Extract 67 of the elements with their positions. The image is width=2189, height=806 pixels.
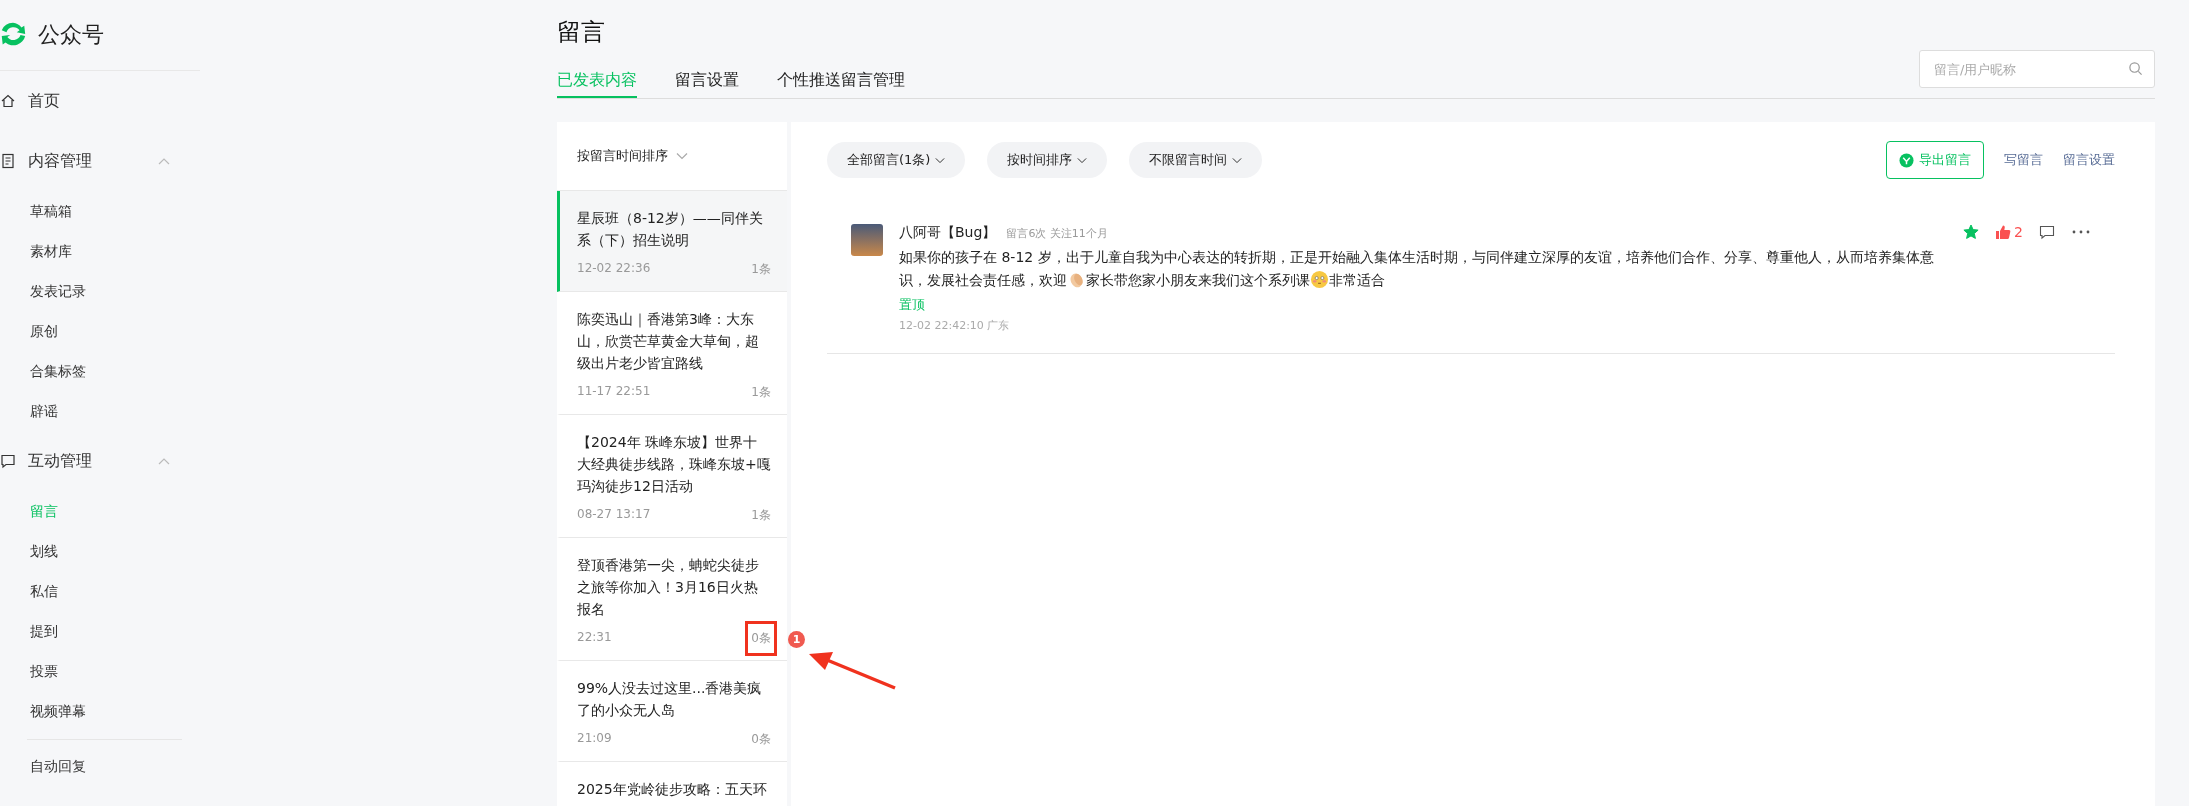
article-time: 21:09 xyxy=(577,731,612,747)
article-title: 99%人没去过这里...香港美疯了的小众无人岛 xyxy=(577,679,763,720)
nav-subitem[interactable]: 发表记录 xyxy=(0,271,170,311)
article-item[interactable]: 陈奕迅山｜香港第3峰：大东山，欣赏芒草黄金大草甸，超级出片老少皆宜路线 11-17 22:51 1条 xyxy=(557,292,787,415)
comment-count: 1条 xyxy=(751,384,771,401)
nav-group[interactable]: 内容管理 xyxy=(0,131,170,191)
write-comment-link[interactable]: 写留言 xyxy=(2004,151,2043,169)
comment-count: 1条 xyxy=(751,261,771,278)
comment-count: 1条 xyxy=(751,507,771,524)
home-icon xyxy=(0,93,16,109)
avatar-photo xyxy=(851,224,883,256)
thumbs-up-icon xyxy=(1995,224,2012,240)
nav-subitem[interactable]: 视频弹幕 xyxy=(0,691,170,731)
article-title: 陈奕迅山｜香港第3峰：大东山，欣赏芒草黄金大草甸，超级出片老少皆宜路线 xyxy=(577,310,760,373)
article-item[interactable]: 星辰班（8-12岁）——同伴关系（下）招生说明 12-02 22:36 1条 xyxy=(557,191,787,292)
article-title: 【2024年 珠峰东坡】世界十大经典徒步线路，珠峰东坡+嘎玛沟徒步12日活动 xyxy=(577,433,771,496)
filter-dropdown[interactable]: 按时间排序 xyxy=(987,142,1108,178)
user-name: 八阿哥【Bug】 xyxy=(899,224,997,242)
article-title: 登顶香港第一尖，蚺蛇尖徒步之旅等你加入！3月16日火热报名 xyxy=(577,556,760,619)
chevron-icon xyxy=(158,157,170,165)
nav-item[interactable]: 首页 xyxy=(0,71,170,131)
tab[interactable]: 留言设置 xyxy=(675,70,739,98)
reply-icon[interactable] xyxy=(2039,224,2055,240)
article-title: 2025年党岭徒步攻略：五天环 xyxy=(577,780,768,799)
document-icon xyxy=(0,153,16,169)
logo-text: 公众号 xyxy=(38,21,104,49)
comment-count: 0条 xyxy=(751,731,771,748)
chevron-icon xyxy=(158,457,170,465)
nav-subitem[interactable]: 辟谣 xyxy=(0,391,170,431)
comment-time: 12-02 22:42:10 广东 xyxy=(899,318,1011,333)
nav-subitem[interactable]: 提到 xyxy=(0,611,170,651)
nav-subitem[interactable]: 原创 xyxy=(0,311,170,351)
chat-icon xyxy=(0,453,16,469)
article-time: 12-02 22:36 xyxy=(577,261,651,277)
article-title: 星辰班（8-12岁）——同伴关系（下）招生说明 xyxy=(577,209,764,250)
article-item[interactable]: 99%人没去过这里...香港美疯了的小众无人岛 21:09 0条 xyxy=(557,661,787,762)
comment-text: 如果你的孩子在 8-12 岁，出于儿童自我为中心表达的转折期，正是开始融入集体生活时期，与同伴建立深厚的友谊，培养他们合作、分享、尊重他人，从而培养集体意识，发展社会责任感，欢迎 家长带您家小朋友来我们这个系列课 非常适合 xyxy=(899,248,1935,291)
chevron-icon xyxy=(676,152,688,160)
nav-subitem[interactable]: 投票 xyxy=(0,651,170,691)
nav-subitem[interactable]: 划线 xyxy=(0,531,170,571)
nav-group[interactable]: 互动管理 xyxy=(0,431,170,491)
filter-dropdown[interactable]: 不限留言时间 xyxy=(1129,142,1263,178)
chevron-icon xyxy=(1232,156,1243,164)
blushing-face-icon xyxy=(1310,270,1329,289)
article-time: 22:31 xyxy=(577,630,612,646)
search-icon xyxy=(2128,61,2143,76)
nav-subitem[interactable]: 自动回复 xyxy=(0,746,170,786)
nav-subitem[interactable]: 素材库 xyxy=(0,231,170,271)
filter-dropdown[interactable]: 全部留言(1条) xyxy=(827,142,966,178)
chevron-icon xyxy=(935,156,946,164)
page-title: 留言 xyxy=(557,17,606,48)
user-meta: 留言6次 关注11个月 xyxy=(1006,226,1108,241)
nav-subitem[interactable]: 合集标签 xyxy=(0,351,170,391)
annotation-badge: 1 xyxy=(788,631,805,648)
article-time: 08-27 13:17 xyxy=(577,507,651,523)
nav-subitem[interactable]: 草稿箱 xyxy=(0,191,170,231)
article-item[interactable]: 2025年党岭徒步攻略：五天环 xyxy=(557,762,787,806)
comment-count: 0条 xyxy=(745,621,777,656)
search-field[interactable]: 留言/用户昵称 xyxy=(1919,50,2155,88)
tab[interactable]: 个性推送留言管理 xyxy=(777,70,905,98)
article-item[interactable]: 【2024年 珠峰东坡】世界十大经典徒步线路，珠峰东坡+嘎玛沟徒步12日活动 08-27 13:17 1条 xyxy=(557,415,787,538)
nav-subitem[interactable]: 私信 xyxy=(0,571,170,611)
chevron-icon xyxy=(1077,156,1088,164)
article-time: 11-17 22:51 xyxy=(577,384,651,400)
settings-link[interactable]: 留言设置 xyxy=(2063,151,2115,169)
export-icon xyxy=(1899,152,1914,168)
star-icon[interactable] xyxy=(1963,224,1980,240)
